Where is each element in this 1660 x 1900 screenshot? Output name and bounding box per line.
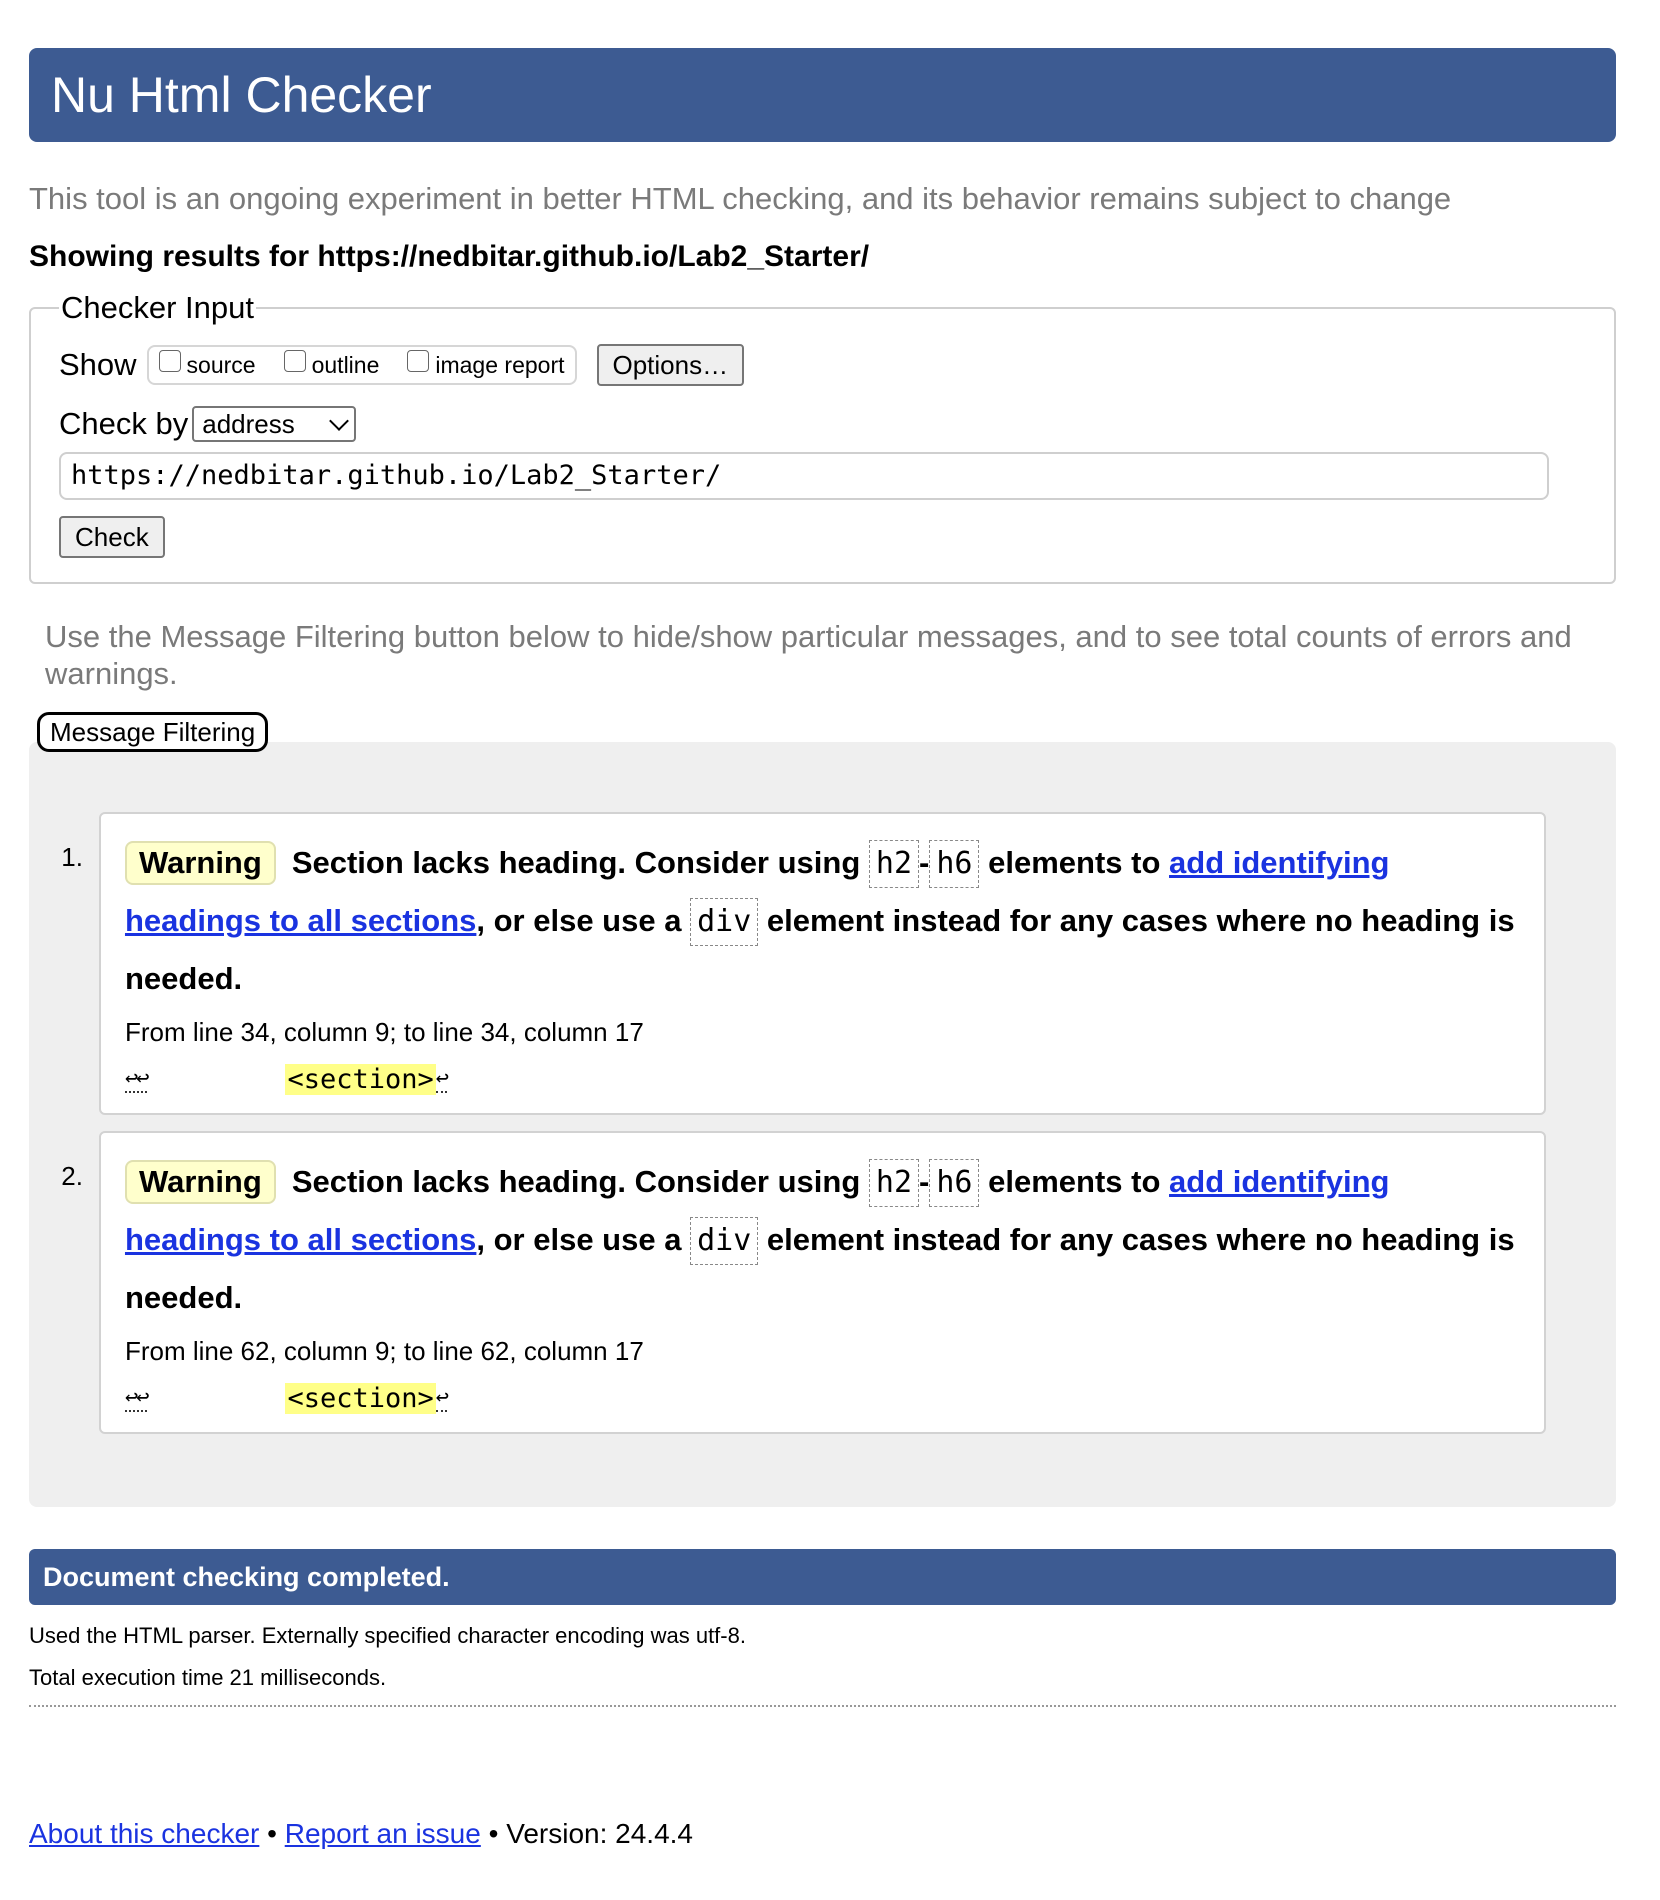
checkbox-label: source [186,351,256,378]
dash: - [919,1164,930,1199]
code-snippet: h6 [929,1159,980,1207]
divider [29,1705,1616,1707]
check-button-row: Check [59,516,1586,558]
dash: - [919,845,930,880]
results-for-label: Showing results for [29,240,310,273]
checkbox-label: image report [435,351,565,378]
code-snippet: h2 [868,840,920,888]
check-button[interactable]: Check [59,516,165,558]
check-by-label: Check by [59,406,189,441]
source-extract: ↩↩ <section> ↩ [124,1383,1530,1414]
check-by-value: address [202,408,295,439]
message-card: Warning Section lacks heading. Consider u… [98,1131,1546,1434]
checker-input-fieldset: Checker Input Show source outline image … [29,290,1616,584]
highlighted-code: <section> [285,1383,436,1414]
checkbox-label: outline [311,351,380,378]
message-text: Warning Section lacks heading. Consider u… [124,1153,1530,1327]
show-outline-checkbox[interactable]: outline [283,350,380,379]
message-part: elements to [988,845,1161,880]
code-snippet: h6 [929,840,980,888]
message-part: Section lacks heading. Consider using [291,1164,861,1199]
show-row: Show source outline image report Options… [59,344,1586,386]
bullet: • [488,1818,499,1849]
code-snippet: div [690,1217,759,1265]
results-panel: 1. Warning Section lacks heading. Conside… [29,742,1616,1507]
message-location: From line 34, column 9; to line 34, colu… [124,1017,644,1047]
results-for-url: https://nedbitar.github.io/Lab2_Starter/ [317,240,870,273]
about-link[interactable]: About this checker [29,1818,259,1849]
show-image-report-checkbox[interactable]: image report [407,350,565,379]
message-part: , or else use a [476,1222,682,1257]
checkbox-box[interactable] [283,350,306,372]
checker-input-legend: Checker Input [61,290,254,325]
message-card: Warning Section lacks heading. Consider u… [98,812,1546,1115]
message-part: elements to [988,1164,1161,1199]
execution-time: Total execution time 21 milliseconds. [29,1665,387,1690]
version-text: Version: 24.4.4 [506,1818,694,1849]
checkbox-box[interactable] [407,350,430,372]
code-snippet: div [690,898,759,946]
page: Nu Html Checker This tool is an ongoing … [29,48,1616,1707]
message-number: 2. [61,1161,83,1191]
check-by-row: Check by address [59,406,1586,442]
highlighted-code: <section> [285,1064,436,1095]
list-item: 1. Warning Section lacks heading. Conside… [29,812,1546,1115]
message-filtering-button[interactable]: Message Filtering [37,712,269,752]
options-button[interactable]: Options… [596,344,745,386]
message-text: Warning Section lacks heading. Consider u… [124,834,1530,1008]
source-extract: ↩↩ <section> ↩ [124,1064,1530,1095]
parser-info: Used the HTML parser. Externally specifi… [29,1623,746,1648]
check-by-select[interactable]: address [192,406,357,442]
results-for: Showing results for https://nedbitar.git… [29,238,1616,276]
return-icon: ↩↩ [124,1066,149,1093]
warning-badge: Warning [124,1160,276,1204]
report-issue-link[interactable]: Report an issue [285,1818,481,1849]
message-part: Section lacks heading. Consider using [291,845,861,880]
chevron-down-icon [329,411,350,431]
message-part: , or else use a [476,903,682,938]
list-item: 2. Warning Section lacks heading. Conside… [29,1131,1546,1434]
page-title: Nu Html Checker [29,48,1616,142]
show-source-checkbox[interactable]: source [158,350,256,379]
warning-badge: Warning [124,841,276,885]
code-snippet: h2 [868,1159,920,1207]
show-label: Show [59,347,137,382]
footer: About this checker • Report an issue • V… [29,1818,693,1850]
bullet: • [267,1818,277,1849]
message-number: 1. [61,842,83,872]
subtitle: This tool is an ongoing experiment in be… [29,181,1452,216]
completed-banner: Document checking completed. [29,1549,1616,1605]
url-input[interactable]: https://nedbitar.github.io/Lab2_Starter/ [59,452,1549,500]
message-location: From line 62, column 9; to line 62, colu… [124,1336,644,1366]
checkbox-box[interactable] [158,350,181,372]
return-icon: ↩↩ [124,1385,149,1412]
return-icon: ↩ [435,1066,449,1093]
return-icon: ↩ [435,1385,449,1412]
show-options-group: source outline image report [146,345,577,385]
filter-note: Use the Message Filtering button below t… [45,619,1572,691]
